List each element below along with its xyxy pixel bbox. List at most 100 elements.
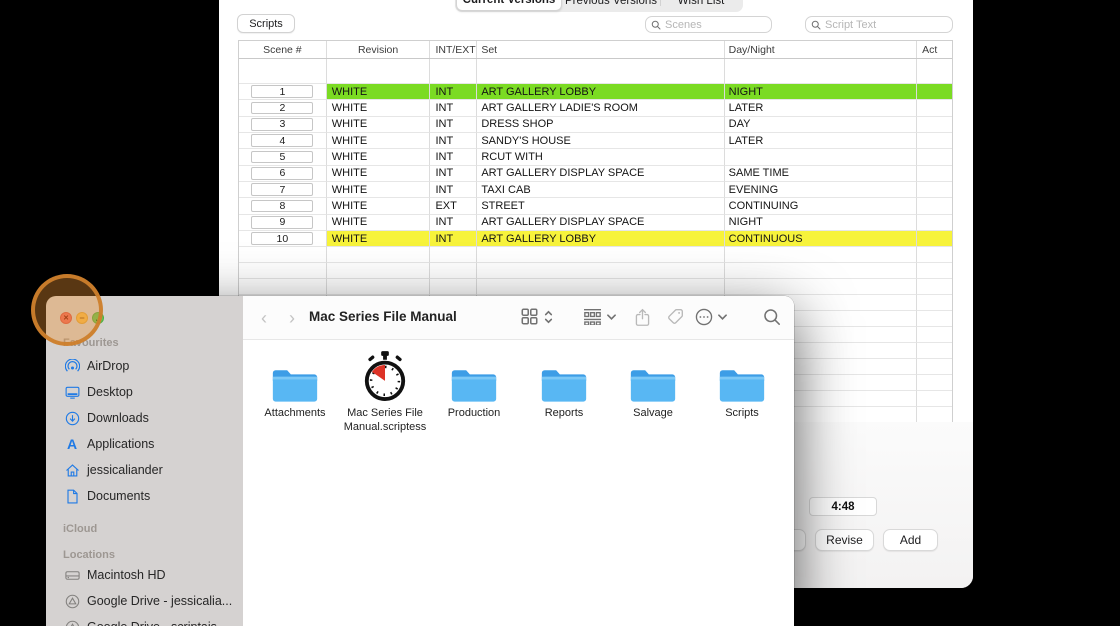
forward-chevron-icon[interactable]: › — [289, 307, 295, 329]
cell-day-night[interactable]: DAY — [724, 116, 918, 133]
sidebar-item-documents[interactable]: Documents — [56, 484, 236, 508]
cell-revision[interactable]: WHITE — [326, 214, 431, 231]
cell-int-ext[interactable]: INT — [430, 84, 478, 101]
cell-revision[interactable]: WHITE — [326, 132, 431, 150]
cell-set[interactable]: SANDY'S HOUSE — [477, 132, 725, 150]
share-button[interactable] — [635, 308, 650, 327]
file-reports[interactable]: Reports — [519, 348, 609, 421]
cell-act[interactable] — [917, 230, 952, 248]
cell-int-ext[interactable]: INT — [430, 132, 478, 150]
cell-day-night[interactable]: CONTINUING — [724, 198, 918, 215]
cell-set[interactable]: ART GALLERY LOBBY — [477, 230, 725, 248]
table-row: 1 WHITE INT ART GALLERY LOBBY NIGHT — [239, 84, 952, 101]
cell-int-ext[interactable]: INT — [430, 100, 478, 117]
cell-act[interactable] — [917, 149, 952, 166]
cell-revision[interactable]: WHITE — [326, 84, 431, 101]
cell-set[interactable]: ART GALLERY DISPLAY SPACE — [477, 165, 725, 182]
revise-button[interactable]: Revise — [815, 529, 874, 551]
file-production[interactable]: Production — [429, 348, 519, 421]
sidebar-item-desktop[interactable]: Desktop — [56, 380, 236, 404]
cell-int-ext[interactable]: INT — [430, 149, 478, 166]
sidebar-item-google-drive-2[interactable]: Google Drive - scriptais — [56, 615, 236, 626]
empty-table-row[interactable] — [239, 263, 952, 280]
scene-number-box[interactable]: 5 — [251, 150, 314, 164]
cell-set[interactable]: RCUT WITH — [477, 149, 725, 166]
cell-act[interactable] — [917, 166, 952, 182]
cell-day-night[interactable]: LATER — [724, 100, 918, 117]
sidebar-item-applications[interactable]: A Applications — [56, 432, 236, 456]
sidebar-item-airdrop[interactable]: AirDrop — [56, 354, 236, 378]
scene-number-box[interactable]: 2 — [251, 101, 314, 115]
cell-set[interactable]: DRESS SHOP — [477, 116, 725, 133]
tag-button[interactable] — [667, 308, 684, 325]
sidebar-item-google-drive-1[interactable]: Google Drive - jessicalia... — [56, 589, 236, 613]
file-salvage[interactable]: Salvage — [608, 348, 698, 421]
cell-day-night[interactable] — [724, 149, 918, 166]
tab-current-versions[interactable]: Current Versions — [456, 0, 562, 11]
file-scripts[interactable]: Scripts — [697, 348, 787, 421]
cell-int-ext[interactable]: EXT — [430, 198, 478, 215]
scene-number-box[interactable]: 8 — [251, 199, 314, 213]
cell-revision[interactable]: WHITE — [326, 116, 431, 133]
view-switch-chevrons-icon[interactable] — [544, 309, 553, 325]
cell-int-ext[interactable]: INT — [430, 181, 478, 199]
search-button[interactable] — [763, 308, 781, 326]
cell-day-night[interactable]: SAME TIME — [724, 165, 918, 182]
cell-set[interactable]: ART GALLERY LADIE'S ROOM — [477, 100, 725, 117]
empty-table-row[interactable] — [239, 279, 952, 296]
cell-int-ext[interactable]: INT — [430, 116, 478, 133]
cell-day-night[interactable]: CONTINUOUS — [724, 230, 918, 248]
cell-act[interactable] — [917, 182, 952, 199]
cell-act[interactable] — [917, 215, 952, 231]
scenes-search-input[interactable] — [665, 18, 766, 31]
add-button[interactable]: Add — [883, 529, 938, 551]
empty-table-row[interactable] — [239, 59, 952, 84]
empty-table-row[interactable] — [239, 247, 952, 264]
scripts-button[interactable]: Scripts — [237, 14, 295, 33]
cell-day-night[interactable]: NIGHT — [724, 84, 918, 101]
tab-wish-list[interactable]: Wish List — [660, 0, 742, 11]
file-attachments[interactable]: Attachments — [250, 348, 340, 421]
cell-act[interactable] — [917, 117, 952, 133]
cell-act[interactable] — [917, 198, 952, 215]
sidebar-item-macintosh-hd[interactable]: Macintosh HD — [56, 563, 236, 587]
scene-number-box[interactable]: 10 — [251, 232, 314, 245]
cell-revision[interactable]: WHITE — [326, 149, 431, 166]
scene-number-box[interactable]: 1 — [251, 85, 314, 98]
cell-set[interactable]: TAXI CAB — [477, 181, 725, 199]
cell-set[interactable]: ART GALLERY LOBBY — [477, 84, 725, 101]
cell-revision[interactable]: WHITE — [326, 100, 431, 117]
cell-set[interactable]: ART GALLERY DISPLAY SPACE — [477, 214, 725, 231]
script-text-search-field[interactable] — [805, 16, 953, 33]
cell-day-night[interactable]: LATER — [724, 132, 918, 150]
scene-number-box[interactable]: 3 — [251, 118, 314, 131]
scene-number-box[interactable]: 4 — [251, 134, 314, 147]
cell-revision[interactable]: WHITE — [326, 181, 431, 199]
cell-int-ext[interactable]: INT — [430, 165, 478, 182]
cell-int-ext[interactable]: INT — [430, 214, 478, 231]
icon-view-button[interactable] — [521, 308, 538, 325]
cell-act[interactable] — [917, 84, 952, 101]
cell-revision[interactable]: WHITE — [326, 230, 431, 248]
cell-revision[interactable]: WHITE — [326, 198, 431, 215]
scene-number-box[interactable]: 6 — [251, 167, 314, 180]
cell-act[interactable] — [917, 100, 952, 117]
script-text-search-input[interactable] — [825, 18, 947, 31]
cell-day-night[interactable]: EVENING — [724, 181, 918, 199]
sidebar-item-downloads[interactable]: Downloads — [56, 406, 236, 430]
cell-int-ext[interactable]: INT — [430, 230, 478, 248]
sidebar-item-home[interactable]: jessicaliander — [56, 458, 236, 482]
cell-set[interactable]: STREET — [477, 198, 725, 215]
scene-number-box[interactable]: 9 — [251, 216, 314, 229]
scenes-search-field[interactable] — [645, 16, 772, 33]
file-mac-series-file-manual[interactable]: Mac Series File Manual.scriptess — [340, 348, 430, 435]
time-field[interactable]: 4:48 — [809, 497, 877, 516]
scene-number-box[interactable]: 7 — [251, 183, 314, 196]
cell-act[interactable] — [917, 133, 952, 150]
back-chevron-icon[interactable]: ‹ — [261, 307, 267, 329]
group-by-button[interactable] — [583, 308, 616, 325]
more-options-button[interactable] — [695, 308, 727, 326]
cell-day-night[interactable]: NIGHT — [724, 214, 918, 231]
cell-revision[interactable]: WHITE — [326, 165, 431, 182]
tab-previous-versions[interactable]: Previous Versions — [562, 0, 660, 11]
